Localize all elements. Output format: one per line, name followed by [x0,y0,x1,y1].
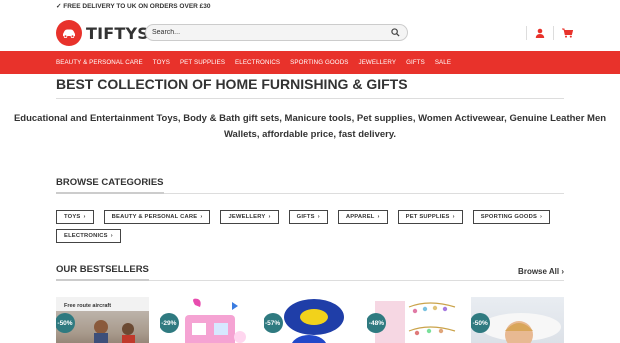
search-input[interactable] [152,29,389,36]
discount-badge: -57% [263,313,283,333]
site-header: TIFTYS [0,14,620,51]
chevron-right-icon: › [317,214,320,220]
category-electronics[interactable]: ELECTRONICS › [56,229,121,243]
header-icons [523,26,577,40]
nav-sporting-goods[interactable]: SPORTING GOODS [290,59,348,66]
page-title: BEST COLLECTION OF HOME FURNISHING & GIF… [56,76,564,99]
product-card[interactable]: Free route aircraft -50% [56,297,149,343]
nav-pet-supplies[interactable]: PET SUPPLIES [180,59,225,66]
chevron-right-icon: › [268,214,271,220]
chevron-right-icon: › [561,267,564,276]
search-bar [145,24,408,41]
free-delivery-bar: ✓ FREE DELIVERY TO UK ON ORDERS OVER £30 [0,0,620,14]
logo-car-icon [56,20,82,46]
cart-button[interactable] [557,26,577,40]
discount-badge: -50% [56,313,75,333]
browse-all-link[interactable]: Browse All › [518,267,564,276]
category-label: JEWELLERY [228,214,266,220]
category-jewellery[interactable]: JEWELLERY › [220,210,279,224]
browse-categories-title: BROWSE CATEGORIES [56,177,164,194]
bestsellers-title: OUR BESTSELLERS [56,264,149,281]
category-toys[interactable]: TOYS › [56,210,94,224]
category-label: BEAUTY & PERSONAL CARE [111,214,198,220]
chevron-right-icon: › [83,214,86,220]
category-beauty-personal-care[interactable]: BEAUTY & PERSONAL CARE › [103,210,211,224]
category-label: TOYS [64,214,81,220]
category-label: APPAREL [345,214,375,220]
nav-jewellery[interactable]: JEWELLERY [359,59,397,66]
product-list: Free route aircraft -50% -29% -57% -48% … [56,297,564,343]
nav-toys[interactable]: TOYS [153,59,170,66]
chevron-right-icon: › [200,214,203,220]
logo[interactable]: TIFTYS [56,20,149,46]
bestsellers-section: OUR BESTSELLERS Browse All › Free route … [56,264,564,343]
category-apparel[interactable]: APPAREL › [337,210,388,224]
logo-text: TIFTYS [86,23,150,43]
section-header: BROWSE CATEGORIES [56,177,564,194]
divider [526,26,527,40]
category-pet-supplies[interactable]: PET SUPPLIES › [397,210,463,224]
product-card[interactable]: -29% [159,297,253,343]
divider [553,26,554,40]
section-header: OUR BESTSELLERS Browse All › [56,264,564,281]
chevron-right-icon: › [377,214,380,220]
main-nav: BEAUTY & PERSONAL CARE TOYS PET SUPPLIES… [0,51,620,74]
category-label: ELECTRONICS [64,233,108,239]
user-icon [535,28,545,38]
category-label: SPORTING GOODS [480,214,538,220]
free-delivery-text: ✓ FREE DELIVERY TO UK ON ORDERS OVER £30 [56,3,211,10]
chevron-right-icon: › [110,233,113,239]
category-gifts[interactable]: GIFTS › [288,210,328,224]
intro-text: Educational and Entertainment Toys, Body… [13,113,607,140]
product-card[interactable]: -48% [367,297,461,343]
nav-electronics[interactable]: ELECTRONICS [235,59,280,66]
discount-badge: -29% [159,313,179,333]
nav-gifts[interactable]: GIFTS [406,59,425,66]
browse-categories-section: BROWSE CATEGORIES TOYS › BEAUTY & PERSONA… [56,177,564,248]
category-list: TOYS › BEAUTY & PERSONAL CARE › JEWELLERY ›… [56,210,564,248]
category-label: GIFTS [296,214,315,220]
search-button[interactable] [389,27,401,39]
browse-all-label: Browse All [518,267,560,276]
category-label: PET SUPPLIES [405,214,450,220]
account-button[interactable] [530,26,550,40]
product-card[interactable]: -57% [263,297,357,343]
search-icon [390,28,400,37]
nav-beauty-personal-care[interactable]: BEAUTY & PERSONAL CARE [56,59,143,66]
product-caption: Free route aircraft [64,303,111,309]
nav-sale[interactable]: SALE [435,59,451,66]
cart-icon [561,28,573,38]
category-sporting-goods[interactable]: SPORTING GOODS › [472,210,551,224]
chevron-right-icon: › [540,214,543,220]
chevron-right-icon: › [452,214,455,220]
product-card[interactable]: -50% [471,297,564,343]
